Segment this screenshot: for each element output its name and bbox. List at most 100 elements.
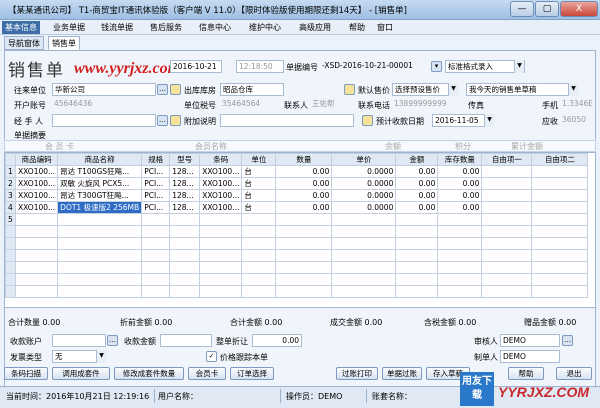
grid-cell-model[interactable] <box>169 213 201 226</box>
grid-cell-empty[interactable] <box>331 273 397 286</box>
grid-cell-spec[interactable]: PCI... <box>141 177 171 190</box>
date-field[interactable]: 2016-10-21 <box>170 60 222 73</box>
grid-cell-code[interactable]: XXO100... <box>14 201 59 214</box>
table-row-empty[interactable] <box>5 225 589 238</box>
grid-cell-empty[interactable] <box>5 285 16 298</box>
minimize-button[interactable]: — <box>510 1 534 17</box>
grid-cell-empty[interactable] <box>531 261 589 274</box>
grid-cell-price[interactable]: 0.0000 <box>331 201 397 214</box>
grid-cell-empty[interactable] <box>275 237 333 250</box>
table-row[interactable]: 3 XXO100... 昂达 T300GT狂飚... PCI... 128... XXO1… <box>5 189 589 202</box>
grid-cell-empty[interactable] <box>331 249 397 262</box>
grid-cell-empty[interactable] <box>275 273 333 286</box>
grid-cell-empty[interactable] <box>241 237 277 250</box>
print-format-dropdown-icon[interactable]: ▼ <box>514 60 524 73</box>
receipt-amount-field[interactable] <box>160 334 212 347</box>
grid-header[interactable]: 商品名称 <box>57 153 143 166</box>
grid-cell-price[interactable] <box>331 213 397 226</box>
member-card-button[interactable]: 会员卡 <box>188 367 226 380</box>
grid-cell-code[interactable]: XXO100... <box>14 165 59 178</box>
grid-cell-qty[interactable]: 0.00 <box>275 189 333 202</box>
grid-cell-empty[interactable] <box>141 249 171 262</box>
grid-cell-price[interactable]: 0.0000 <box>331 165 397 178</box>
warehouse-field[interactable]: 昭品仓库 <box>220 83 284 96</box>
grid-cell-free[interactable] <box>481 201 533 214</box>
grid-cell-empty[interactable] <box>241 285 277 298</box>
grid-cell-empty[interactable] <box>141 237 171 250</box>
doc-no-icon[interactable]: ▾ <box>431 61 442 72</box>
price-track-checkbox[interactable]: ✓ <box>206 351 217 362</box>
grid-header[interactable] <box>5 153 16 166</box>
grid-header[interactable]: 自由项二 <box>531 153 589 166</box>
grid-cell-stock[interactable]: 0.00 <box>437 177 483 190</box>
grid-cell-empty[interactable] <box>481 285 533 298</box>
receipt-account-browse-icon[interactable]: … <box>107 335 118 346</box>
grid-cell-spec[interactable]: PCI... <box>141 201 171 214</box>
grid-cell-model[interactable]: 128... <box>169 177 201 190</box>
grid-cell-spec[interactable]: PCI... <box>141 189 171 202</box>
grid-cell-empty[interactable] <box>57 237 143 250</box>
grid-cell-empty[interactable] <box>141 261 171 274</box>
grid-cell-empty[interactable] <box>331 261 397 274</box>
contact-field[interactable]: 王佑帮 <box>310 98 354 111</box>
grid-cell-empty[interactable] <box>531 285 589 298</box>
barcode-scan-button[interactable]: 条码扫描 <box>4 367 48 380</box>
grid-cell-empty[interactable] <box>437 249 483 262</box>
grid-cell-price[interactable]: 0.0000 <box>331 189 397 202</box>
grid-cell-empty[interactable] <box>275 285 333 298</box>
grid-cell-empty[interactable] <box>481 261 533 274</box>
grid-cell-code[interactable]: XXO100... <box>14 189 59 202</box>
grid-cell-amount[interactable]: 0.00 <box>395 177 439 190</box>
customer-browse-icon[interactable]: … <box>157 84 168 95</box>
grid-cell-empty[interactable] <box>199 225 243 238</box>
help-button[interactable]: 帮助 <box>508 367 544 380</box>
grid-header[interactable]: 自由项一 <box>481 153 533 166</box>
grid-cell-barcode[interactable]: XXO100... <box>199 177 243 190</box>
grid-cell-unit[interactable]: 台 <box>241 165 277 178</box>
grid-cell-empty[interactable] <box>5 237 16 250</box>
doc-no-field[interactable]: -XSD-2016-10-21-00001 <box>320 60 430 73</box>
grid-cell-empty[interactable] <box>437 225 483 238</box>
default-price-dropdown-icon[interactable]: ▼ <box>448 83 458 96</box>
close-button[interactable]: X <box>560 1 598 17</box>
grid-cell-model[interactable]: 128... <box>169 189 201 202</box>
items-grid[interactable]: 商品编码 商品名称 规格 型号 条码 单位 数量 单价 金额 库存数量 自由项一… <box>4 152 596 308</box>
account-field[interactable]: 45646436 <box>52 98 152 111</box>
post-document-button[interactable]: 单据过账 <box>382 367 422 380</box>
grid-cell-qty[interactable]: 0.00 <box>275 165 333 178</box>
grid-cell-n[interactable]: 5 <box>5 213 16 226</box>
grid-cell-empty[interactable] <box>531 273 589 286</box>
grid-cell-free[interactable] <box>481 165 533 178</box>
grid-cell-model[interactable]: 128... <box>169 165 201 178</box>
grid-cell-empty[interactable] <box>169 237 201 250</box>
grid-cell-name[interactable]: 双敏 火旋风 PCX5... <box>57 177 143 190</box>
grid-cell-empty[interactable] <box>437 261 483 274</box>
grid-cell-empty[interactable] <box>395 285 439 298</box>
grid-header[interactable]: 规格 <box>141 153 171 166</box>
grid-header[interactable]: 条码 <box>199 153 243 166</box>
grid-cell-empty[interactable] <box>531 249 589 262</box>
maximize-button[interactable]: ▢ <box>535 1 559 17</box>
grid-cell-code[interactable] <box>14 213 59 226</box>
grid-cell-stock[interactable]: 0.00 <box>437 165 483 178</box>
grid-cell-free[interactable] <box>531 177 589 190</box>
grid-cell-empty[interactable] <box>14 273 59 286</box>
table-row[interactable]: 2 XXO100... 双敏 火旋风 PCX5... PCI... 128... XXO1… <box>5 177 589 190</box>
grid-cell-n[interactable]: 2 <box>5 177 16 190</box>
handler-browse-icon[interactable]: … <box>157 115 168 126</box>
table-row[interactable]: 4 XXO100... DOT1 极速版2 256MB PCI... 128... XXO… <box>5 201 589 214</box>
grid-cell-model[interactable]: 128... <box>169 201 201 214</box>
grid-cell-free[interactable] <box>481 189 533 202</box>
grid-cell-unit[interactable]: 台 <box>241 189 277 202</box>
order-select-button[interactable]: 订单选择 <box>230 367 274 380</box>
grid-cell-free[interactable] <box>531 165 589 178</box>
customer-field[interactable]: 华新公司 <box>52 83 156 96</box>
grid-cell-unit[interactable]: 台 <box>241 201 277 214</box>
grid-cell-empty[interactable] <box>437 237 483 250</box>
auditor-browse-icon[interactable]: … <box>562 335 573 346</box>
table-row-empty[interactable] <box>5 237 589 250</box>
grid-cell-empty[interactable] <box>5 249 16 262</box>
grid-cell-empty[interactable] <box>481 225 533 238</box>
grid-cell-stock[interactable]: 0.00 <box>437 201 483 214</box>
grid-header[interactable]: 单位 <box>241 153 277 166</box>
